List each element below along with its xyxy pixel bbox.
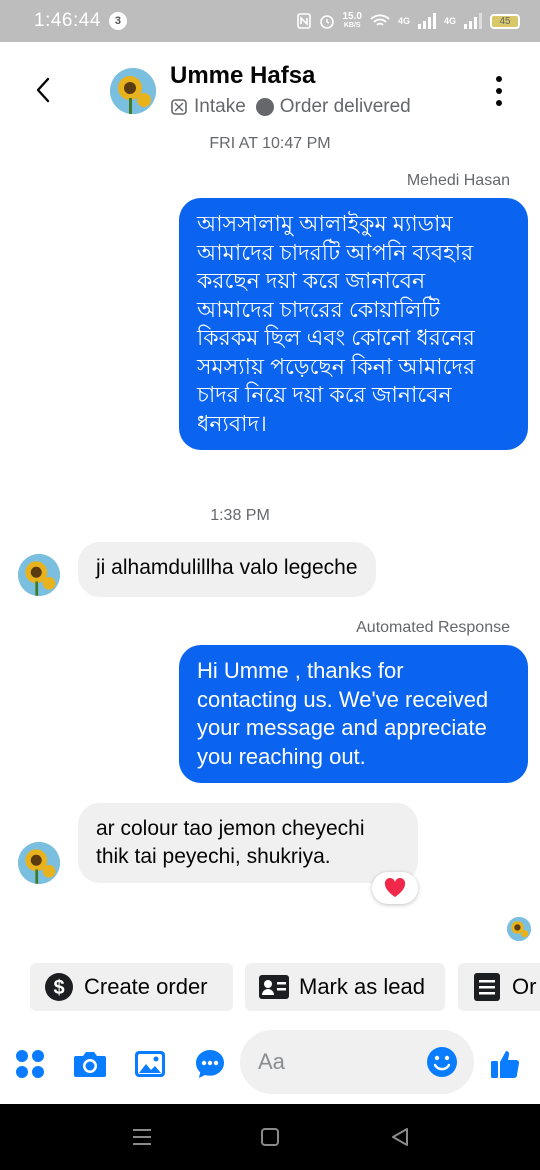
message-line: আমাদের চাদরটি আপনি ব্যবহার (197, 239, 474, 265)
order-status-label: Order delivered (279, 96, 411, 117)
list-document-icon (472, 972, 502, 1002)
notification-count-badge: 3 (108, 12, 127, 30)
network-type-2: 4G (443, 16, 456, 26)
network-type-1: 4G (397, 16, 410, 26)
net-speed-value: 15.0 (342, 11, 362, 22)
incoming-avatar[interactable] (18, 842, 60, 884)
message-input-container (240, 1030, 474, 1094)
alarm-icon (319, 15, 334, 29)
chat-bubble-icon (196, 1050, 224, 1078)
home-square-icon (261, 1128, 279, 1146)
message-line: Hi Umme , thanks for (197, 658, 404, 683)
quick-actions-bar: $ Create order Mark as lead Or (30, 963, 540, 1011)
heart-icon (384, 878, 406, 897)
contact-avatar[interactable] (110, 68, 156, 114)
sunflower-avatar-icon (18, 842, 60, 884)
incoming-message-2[interactable]: ar colour tao jemon cheyechi thik tai pe… (78, 803, 418, 883)
four-dots-icon (16, 1050, 44, 1078)
message-input[interactable] (258, 1049, 408, 1075)
like-button[interactable] (488, 1046, 524, 1082)
image-icon (135, 1051, 165, 1077)
menu-lines-icon (133, 1129, 151, 1145)
message-line: চাদর নিয়ে দয়া করে জানাবেন (197, 382, 452, 407)
saved-replies-button[interactable] (192, 1046, 228, 1082)
create-order-button[interactable]: $ Create order (30, 963, 233, 1011)
emoji-smile-icon (427, 1047, 457, 1077)
wifi-icon (370, 14, 390, 26)
more-dots-icon (496, 76, 502, 82)
net-speed: 15.0 KB/S (343, 12, 362, 30)
message-line: সমস্যায় পড়েছেন কিনা আমাদের (197, 353, 476, 379)
sunflower-avatar-icon (507, 917, 531, 941)
nfc-icon (296, 13, 311, 29)
message-line: ধন্যবাদ। (197, 410, 267, 436)
more-options-button[interactable] (494, 76, 504, 106)
incoming-message-1[interactable]: ji alhamdulillha valo legeche (78, 542, 376, 597)
home-button[interactable] (256, 1124, 284, 1150)
conversation-header: Umme Hafsa Intake Order delivered (0, 42, 540, 138)
camera-button[interactable] (72, 1046, 108, 1082)
timestamp-friday: FRI AT 10:47 PM (209, 135, 331, 152)
message-line: your message and appreciate (197, 715, 487, 740)
status-bar: 1:46:44 3 15.0 KB/S 4G 4G 45 (0, 0, 540, 42)
message-line: you reaching out. (197, 743, 366, 769)
intake-label: Intake (194, 96, 246, 117)
message-line: কিরকম ছিল এবং কোনো ধরনের (197, 325, 475, 350)
timestamp-today: 1:38 PM (210, 507, 270, 524)
system-back-button[interactable] (386, 1124, 414, 1150)
message-line: ar colour tao jemon cheyechi (96, 817, 365, 840)
message-line: contacting us. We've received (197, 686, 489, 712)
create-order-label: Create order (84, 974, 208, 999)
recent-apps-button[interactable] (128, 1124, 156, 1150)
message-line: আসসালামু আলাইকুম ম্যাডাম (197, 211, 453, 236)
message-reaction[interactable] (372, 872, 418, 904)
battery-level: 45 (499, 15, 511, 27)
gallery-button[interactable] (132, 1046, 168, 1082)
message-composer (0, 1028, 540, 1098)
orders-button[interactable]: Or (458, 963, 540, 1011)
message-line: thik tai peyechi, shukriya. (96, 845, 331, 868)
battery-icon: 45 (490, 13, 520, 29)
sunflower-avatar-icon (110, 68, 156, 114)
thumbs-up-icon (491, 1051, 520, 1079)
contact-card-icon (259, 972, 289, 1002)
more-actions-button[interactable] (12, 1046, 48, 1082)
sunflower-avatar-icon (18, 554, 60, 596)
status-dot-icon (255, 98, 274, 116)
dollar-icon: $ (44, 972, 74, 1002)
back-triangle-icon (392, 1128, 408, 1146)
sender-label-automated: Automated Response (356, 619, 510, 636)
message-line: করছেন দয়া করে জানাবেন (197, 268, 426, 293)
system-navigation-bar (0, 1104, 540, 1170)
svg-text:$: $ (53, 977, 64, 999)
contact-labels[interactable]: Intake Order delivered (170, 96, 411, 118)
intake-icon (171, 99, 187, 115)
mark-as-lead-label: Mark as lead (299, 974, 425, 999)
emoji-button[interactable] (426, 1046, 458, 1078)
status-indicators: 15.0 KB/S 4G 4G 45 (296, 12, 520, 30)
message-line: আমাদের চাদরের কোয়ালিটি (197, 296, 440, 322)
outgoing-message-bangla[interactable]: আসসালামু আলাইকুম ম্যাডাম আমাদের চাদরটি আ… (179, 198, 528, 450)
signal-icon-2 (464, 13, 482, 29)
orders-label: Or (512, 974, 537, 999)
outgoing-message-automated[interactable]: Hi Umme , thanks for contacting us. We'v… (179, 645, 528, 783)
seen-receipt-avatar (507, 917, 531, 941)
status-time: 1:46:44 (34, 10, 101, 31)
mark-as-lead-button[interactable]: Mark as lead (245, 963, 445, 1011)
signal-icon-1 (417, 13, 436, 29)
contact-name[interactable]: Umme Hafsa (170, 62, 315, 90)
chevron-left-icon (36, 77, 50, 103)
net-speed-unit: KB/S (343, 22, 361, 29)
camera-icon (74, 1052, 106, 1077)
message-text: ji alhamdulillha valo legeche (96, 556, 358, 579)
back-button[interactable] (28, 72, 58, 108)
sender-label-agent: Mehedi Hasan (406, 172, 510, 189)
incoming-avatar[interactable] (18, 554, 60, 596)
